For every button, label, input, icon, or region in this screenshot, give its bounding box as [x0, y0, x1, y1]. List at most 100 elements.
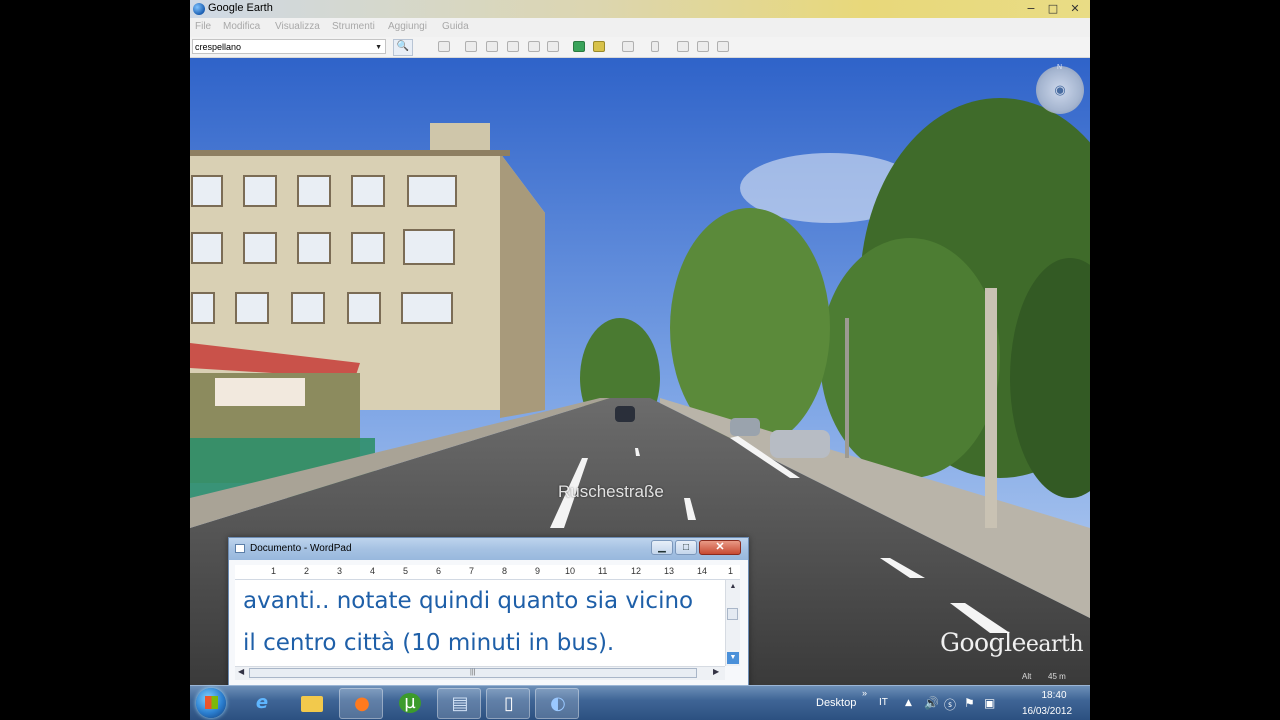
path-icon[interactable]: [507, 41, 519, 52]
compass-north-label: N: [1057, 64, 1063, 71]
wordpad-maximize-button[interactable]: □: [675, 540, 697, 555]
ruler-number: 11: [598, 566, 608, 576]
document-icon: ▯: [504, 693, 514, 714]
ruler-number: 3: [337, 566, 343, 576]
chevron-icon[interactable]: »: [862, 688, 867, 698]
menu-modifica[interactable]: Modifica: [223, 21, 260, 32]
internet-explorer-icon: e: [255, 692, 269, 713]
volume-icon[interactable]: 🔊: [924, 696, 939, 710]
logo-brand: Google: [940, 628, 1026, 657]
view-in-maps-icon[interactable]: [717, 41, 729, 52]
taskbar-app[interactable]: e: [240, 688, 284, 719]
sunlight-icon[interactable]: [593, 41, 605, 52]
wordpad-title: Documento - WordPad: [250, 543, 352, 554]
ge-menubar: File Modifica Visualizza Strumenti Aggiu…: [190, 18, 1090, 38]
horizontal-scroll-thumb[interactable]: |||: [249, 668, 697, 678]
wordpad-minimize-button[interactable]: ▁: [651, 540, 673, 555]
scroll-right-icon[interactable]: ▶: [713, 667, 719, 676]
wordpad-document[interactable]: avanti.. notate quindi quanto sia vicino…: [235, 580, 725, 666]
historical-imagery-icon[interactable]: [573, 41, 585, 52]
action-center-flag-icon[interactable]: ⚑: [964, 696, 975, 710]
ruler-number: 13: [664, 566, 675, 576]
wordpad-vertical-scrollbar[interactable]: ▲ ▼: [725, 580, 740, 666]
ruler-number: 1: [728, 566, 734, 576]
menu-guida[interactable]: Guida: [442, 21, 469, 32]
taskbar-app[interactable]: ◐: [535, 688, 579, 719]
altitude-label: Alt: [1022, 672, 1032, 681]
search-value: crespellano: [195, 42, 242, 52]
firefox-icon: ●: [354, 693, 370, 714]
scroll-up-icon[interactable]: ▲: [727, 581, 739, 593]
wordpad-window[interactable]: Documento - WordPad ▁ □ ✕ 1 2 3 4 5 6 7 …: [228, 537, 749, 689]
google-earth-logo: Googleearth: [940, 628, 1084, 657]
polygon-icon[interactable]: [486, 41, 498, 52]
start-button[interactable]: [196, 688, 226, 718]
language-indicator[interactable]: IT: [879, 697, 888, 708]
skype-icon[interactable]: ⓢ: [944, 696, 956, 713]
document-line[interactable]: avanti.. notate quindi quanto sia vicino: [243, 588, 693, 614]
wordpad-horizontal-scrollbar[interactable]: ◀ ||| ▶: [235, 666, 725, 680]
wordpad-close-button[interactable]: ✕: [699, 540, 741, 555]
minimize-button[interactable]: −: [1020, 1, 1042, 16]
ruler-number: 7: [469, 566, 475, 576]
utorrent-icon: µ: [399, 693, 421, 713]
menu-visualizza[interactable]: Visualizza: [275, 21, 320, 32]
file-explorer-icon: [301, 696, 323, 712]
close-button[interactable]: ✕: [1064, 1, 1086, 16]
ruler-number: 6: [436, 566, 442, 576]
scroll-thumb[interactable]: [727, 608, 738, 620]
ruler-number: 4: [370, 566, 376, 576]
search-button[interactable]: 🔍: [393, 39, 413, 56]
planets-icon[interactable]: [622, 41, 634, 52]
search-input[interactable]: crespellano ▼: [192, 39, 386, 54]
image-overlay-icon[interactable]: [528, 41, 540, 52]
email-icon[interactable]: [677, 41, 689, 52]
taskbar-app[interactable]: ▯: [486, 688, 530, 719]
windows-logo-icon: [205, 696, 218, 709]
navigation-control[interactable]: N ◉: [1036, 64, 1084, 114]
grip-icon: |||: [470, 669, 476, 676]
ruler-number: 1: [271, 566, 277, 576]
wordpad-ruler[interactable]: 1 2 3 4 5 6 7 8 9 10 11 12 13 14 1: [235, 565, 740, 580]
ruler-number: 5: [403, 566, 409, 576]
street-name-label: Ruschestraße: [558, 482, 664, 501]
menu-strumenti[interactable]: Strumenti: [332, 21, 375, 32]
scroll-left-icon[interactable]: ◀: [238, 667, 244, 676]
desktop-toolbar-label[interactable]: Desktop: [816, 697, 856, 709]
sidebar-toggle-icon[interactable]: [438, 41, 450, 52]
ruler-icon[interactable]: [651, 41, 659, 52]
logo-suffix: earth: [1025, 632, 1084, 657]
wordpad-titlebar[interactable]: Documento - WordPad ▁ □ ✕: [229, 538, 748, 560]
print-icon[interactable]: [697, 41, 709, 52]
ruler-number: 12: [631, 566, 642, 576]
taskbar: e ● µ ▤ ▯ ◐ Desktop » IT ▲ 🔊 ⓢ ⚑ ▣ 18:40…: [190, 685, 1090, 720]
scroll-down-icon[interactable]: ▼: [727, 652, 739, 664]
ruler-number: 14: [697, 566, 708, 576]
clock-time[interactable]: 18:40: [1032, 690, 1076, 701]
google-earth-icon: ◐: [550, 693, 566, 714]
menu-aggiungi[interactable]: Aggiungi: [388, 21, 427, 32]
ruler-number: 2: [304, 566, 310, 576]
ruler-number: 8: [502, 566, 508, 576]
taskbar-app[interactable]: ▤: [437, 688, 481, 719]
altitude-value: 45 m: [1048, 672, 1066, 681]
look-around-icon[interactable]: ◉: [1051, 82, 1069, 98]
ge-window-title: Google Earth: [208, 2, 273, 14]
ruler-number: 10: [565, 566, 576, 576]
network-icon[interactable]: ▣: [984, 696, 995, 710]
chevron-down-icon[interactable]: ▼: [375, 40, 382, 55]
wordpad-app-icon: [235, 544, 245, 553]
ge-toolbar: crespellano ▼ 🔍: [190, 37, 1090, 58]
document-line[interactable]: il centro città (10 minuti in bus).: [243, 630, 614, 656]
taskbar-app[interactable]: ●: [339, 688, 383, 719]
ruler-number: 9: [535, 566, 541, 576]
placemark-icon[interactable]: [465, 41, 477, 52]
taskbar-app[interactable]: [290, 688, 334, 719]
maximize-button[interactable]: □: [1042, 1, 1064, 16]
clock-date[interactable]: 16/03/2012: [1017, 706, 1077, 717]
wordpad-icon: ▤: [451, 693, 469, 714]
taskbar-app[interactable]: µ: [388, 688, 432, 719]
tour-icon[interactable]: [547, 41, 559, 52]
show-hidden-icons-icon[interactable]: ▲: [905, 698, 912, 708]
menu-file[interactable]: File: [195, 21, 211, 32]
